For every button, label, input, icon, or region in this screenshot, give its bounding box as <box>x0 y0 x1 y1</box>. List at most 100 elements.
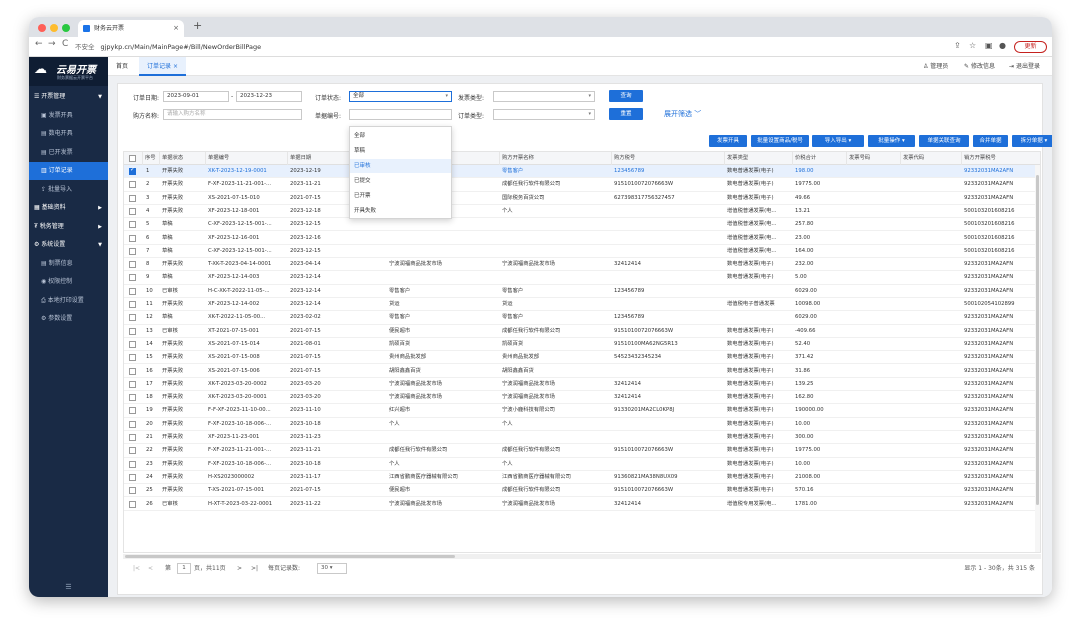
share-icon[interactable]: ⇪ <box>954 41 961 50</box>
tab-order-records[interactable]: 订单记录 × <box>139 57 186 76</box>
col-header-invoice-code[interactable]: 发票代码 <box>900 152 961 165</box>
col-header-invoice-no[interactable]: 发票号码 <box>846 152 900 165</box>
row-checkbox[interactable] <box>129 287 136 295</box>
row-checkbox[interactable] <box>129 207 136 215</box>
forward-icon[interactable]: → <box>48 39 56 49</box>
date-from-input[interactable]: 2023-09-01 <box>163 91 229 102</box>
table-row[interactable]: 6 草稿 XF-2023-12-16-001 2023-12-16 增值税普通发票(电.… <box>124 232 1040 245</box>
row-checkbox[interactable] <box>129 234 136 242</box>
sidebar-item-batch-import[interactable]: ⇪ 批量导入 <box>29 181 108 199</box>
row-checkbox[interactable] <box>129 500 136 508</box>
row-checkbox[interactable] <box>129 407 136 415</box>
col-header-bill-no[interactable]: 单据编号 <box>205 152 287 165</box>
col-header-status[interactable]: 单据状态 <box>159 152 205 165</box>
row-checkbox[interactable] <box>129 221 136 229</box>
row-checkbox[interactable] <box>129 460 136 468</box>
update-button[interactable]: 更新 <box>1014 41 1047 53</box>
url-field[interactable]: 不安全 gjpykp.cn/Main/MainPage#/Bill/NewOrde… <box>75 40 955 54</box>
close-tab-icon[interactable]: × <box>173 20 179 37</box>
table-row[interactable]: 18 开票失败 XK-T-2023-03-20-0001 2023-03-20 宁波润福… <box>124 391 1040 405</box>
first-page-button[interactable]: |< <box>133 561 140 576</box>
sidebar-item-parameters[interactable]: ⚙ 参数设置 <box>29 310 108 328</box>
row-checkbox[interactable] <box>129 166 136 175</box>
row-checkbox[interactable] <box>129 340 136 348</box>
sidebar-item-local-print[interactable]: ⎙ 本地打印设置 <box>29 292 108 310</box>
sidebar-item-issued-invoices[interactable]: ▤ 已开发票 <box>29 144 108 162</box>
bookmark-star-icon[interactable]: ☆ <box>969 41 976 50</box>
issue-invoice-button[interactable]: 发票开具 <box>709 135 747 147</box>
page-number-input[interactable]: 1 <box>177 563 191 574</box>
status-option[interactable]: 全部 <box>350 129 451 143</box>
order-type-select[interactable] <box>493 109 595 120</box>
table-row[interactable]: 24 开票失败 H-XS2023000002 2023-11-17 江西省鹏商医疗器械有… <box>124 471 1040 485</box>
table-row[interactable]: 5 草稿 C-XF-2023-12-15-001-... 2023-12-15 增值税普… <box>124 218 1040 232</box>
vertical-scroll-thumb[interactable] <box>1036 175 1039 505</box>
admin-link[interactable]: ♙ 管理员 <box>923 57 948 76</box>
sidebar-item-order-records[interactable]: ▥ 订单记录 <box>29 162 108 180</box>
split-bills-button[interactable]: 拆分单据 ▾ <box>1012 135 1052 147</box>
row-checkbox[interactable] <box>129 247 136 255</box>
security-indicator[interactable]: 不安全 <box>75 43 95 51</box>
status-option[interactable]: 已审核 <box>350 159 451 173</box>
browser-tab[interactable]: 财务云开票 × <box>78 20 184 37</box>
table-row[interactable]: 7 草稿 C-XF-2023-12-15-001-... 2023-12-15 增值税普… <box>124 245 1040 259</box>
reset-button[interactable]: 重置 <box>609 108 643 120</box>
status-option[interactable]: 草稿 <box>350 144 451 158</box>
collapse-menu-icon[interactable]: ☰ <box>29 583 108 597</box>
row-checkbox[interactable] <box>129 261 136 269</box>
merge-bills-button[interactable]: 合并单据 <box>973 135 1008 147</box>
row-checkbox[interactable] <box>129 194 136 202</box>
table-row[interactable]: 20 开票失败 F-XF-2023-10-18-006-... 2023-10-18 个… <box>124 418 1040 431</box>
maximize-window-icon[interactable] <box>62 24 70 32</box>
vertical-scrollbar[interactable] <box>1035 165 1040 552</box>
row-checkbox[interactable] <box>129 301 136 308</box>
row-checkbox[interactable] <box>129 327 136 335</box>
table-row[interactable]: 19 开票失败 F-F-XF-2023-11-10-00... 2023-11-10 红… <box>124 404 1040 418</box>
row-checkbox[interactable] <box>129 354 136 362</box>
last-page-button[interactable]: >| <box>251 561 258 576</box>
row-checkbox[interactable] <box>129 487 136 495</box>
table-row[interactable]: 15 开票失败 XS-2021-07-15-008 2021-07-15 贵州商品批发部… <box>124 351 1040 365</box>
status-option[interactable]: 已提交 <box>350 174 451 188</box>
table-row[interactable]: 16 开票失败 XS-2021-07-15-006 2021-07-15 胡阳鑫鑫百货 胡… <box>124 365 1040 378</box>
table-row[interactable]: 10 已审核 H-C-XK-T-2022-11-05-... 2023-12-14 零售… <box>124 285 1040 298</box>
back-icon[interactable]: ← <box>35 39 43 49</box>
bill-link-query-button[interactable]: 单据关联查询 <box>919 135 969 147</box>
table-row[interactable]: 23 开票失败 F-XF-2023-10-18-006-... 2023-10-18 个… <box>124 458 1040 471</box>
batch-set-goods-button[interactable]: 批量设置商品/税号 <box>751 135 809 147</box>
row-checkbox[interactable] <box>129 447 136 455</box>
row-checkbox[interactable] <box>129 420 136 428</box>
col-header-index[interactable]: 序号 <box>142 152 159 165</box>
query-button[interactable]: 查询 <box>609 90 643 102</box>
row-checkbox[interactable] <box>129 473 136 481</box>
sidebar-item-invoice-info[interactable]: ▤ 制票信息 <box>29 255 108 273</box>
horizontal-scroll-thumb[interactable] <box>125 555 455 558</box>
edit-info-link[interactable]: ✎ 修改信息 <box>964 57 995 76</box>
table-row[interactable]: 21 开票失败 XF-2023-11-23-001 2023-11-23 数电普通发票(… <box>124 431 1040 445</box>
import-export-button[interactable]: 导入导出 ▾ <box>812 135 864 147</box>
prev-page-button[interactable]: < <box>148 561 153 576</box>
page-size-select[interactable]: 30 ▾ <box>317 563 347 574</box>
close-window-icon[interactable] <box>38 24 46 32</box>
sidebar-item-permissions[interactable]: ◉ 权限控制 <box>29 273 108 291</box>
reload-icon[interactable]: C <box>62 39 68 49</box>
col-header-invoice-type[interactable]: 发票类型 <box>724 152 792 165</box>
row-checkbox[interactable] <box>129 314 136 322</box>
col-header-seller-tax-no[interactable]: 销方开票税号 <box>961 152 1040 165</box>
col-header-buyer-name[interactable]: 购方开票名称 <box>499 152 611 165</box>
col-header-buyer-tax-no[interactable]: 购方税号 <box>611 152 724 165</box>
table-row[interactable]: 13 已审核 XT-2021-07-15-001 2021-07-15 便民超市 成都任我… <box>124 325 1040 338</box>
select-all-checkbox[interactable] <box>129 155 136 162</box>
close-tab-icon[interactable]: × <box>173 63 178 70</box>
table-row[interactable]: 2 开票失败 F-XF-2023-11-21-001-... 2023-11-21 成都… <box>124 178 1040 192</box>
col-header-total[interactable]: 价税合计 <box>792 152 846 165</box>
extensions-icon[interactable]: ▣ <box>985 41 993 50</box>
expand-filters-link[interactable]: 展开筛选 ﹀ <box>664 109 701 119</box>
bill-no-input[interactable] <box>349 109 452 120</box>
table-row[interactable]: 8 开票失败 T-XK-T-2023-04-14-0001 2023-04-14 宁波润… <box>124 258 1040 272</box>
table-row[interactable]: 14 开票失败 XS-2021-07-15-014 2021-08-01 凯硕百货 凯硕百… <box>124 338 1040 352</box>
table-row[interactable]: 1开票失败XK-T-2023-12-19-00012023-12-19零售客户1… <box>124 165 1040 179</box>
sidebar-item-invoice-mgmt[interactable]: ☰ 开票管理 ▼ <box>29 88 108 106</box>
row-checkbox[interactable] <box>129 394 136 402</box>
table-row[interactable]: 3 开票失败 XS-2021-07-15-010 2021-07-15 国际税务百货公司… <box>124 192 1040 205</box>
